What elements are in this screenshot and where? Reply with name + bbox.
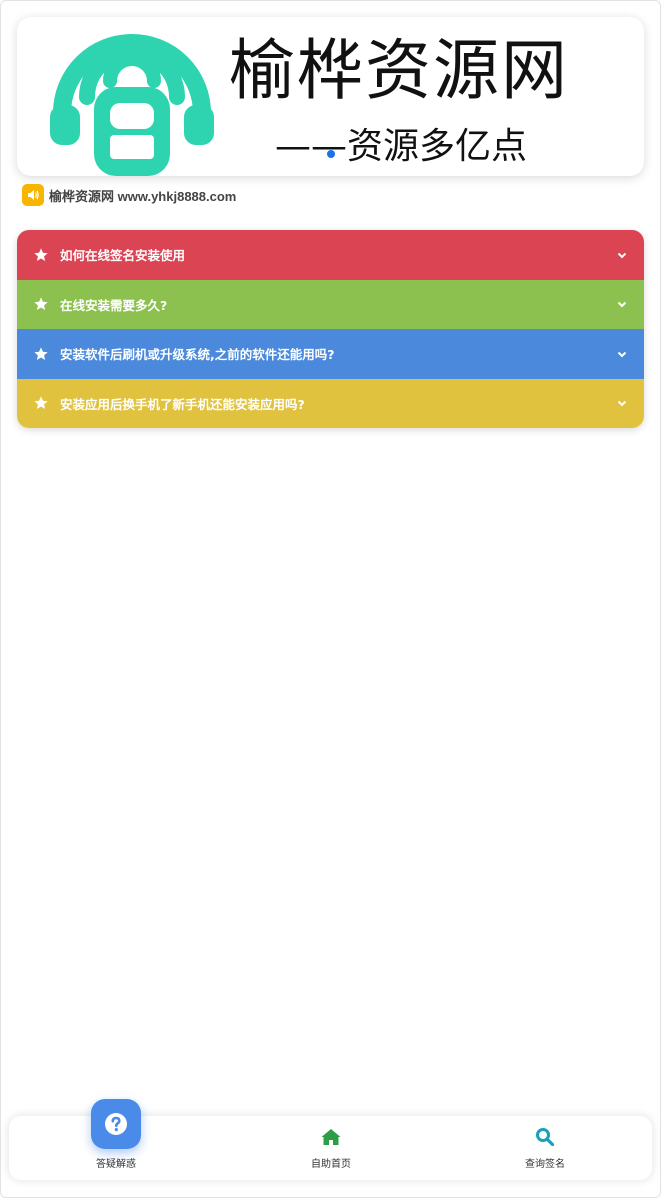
speaker-icon	[22, 184, 44, 206]
star-icon	[34, 347, 48, 360]
notice-text: 榆桦资源网 www.yhkj8888.com	[49, 188, 237, 204]
star-icon	[34, 248, 48, 261]
faq-question: 安装应用后换手机了新手机还能安装应用吗?	[60, 396, 305, 412]
carousel-indicator-dot[interactable]	[327, 150, 335, 158]
tab-home[interactable]: 自助首页	[271, 1116, 391, 1180]
chevron-down-icon	[617, 302, 627, 308]
page-frame	[0, 0, 661, 1198]
tab-label: 答疑解惑	[96, 1159, 136, 1170]
faq-accordion: 如何在线签名安装使用 在线安装需要多久? 安装软件后刷机或升级系统,之前的软件还…	[17, 230, 644, 428]
faq-fab-button[interactable]	[91, 1099, 141, 1149]
chevron-down-icon	[617, 401, 627, 407]
chevron-down-icon	[617, 252, 627, 259]
tab-label: 自助首页	[311, 1159, 351, 1170]
banner[interactable]: 榆桦资源网 ——资源多亿点	[17, 17, 644, 176]
faq-question: 在线安装需要多久?	[60, 297, 168, 313]
chevron-down-icon	[617, 351, 627, 358]
logo-headphone-icon	[50, 34, 214, 176]
star-icon	[34, 396, 48, 410]
tab-label: 查询签名	[525, 1159, 565, 1170]
question-icon	[105, 1113, 127, 1135]
faq-question: 安装软件后刷机或升级系统,之前的软件还能用吗?	[60, 347, 335, 363]
home-icon	[321, 1129, 341, 1145]
banner-slogan: ——资源多亿点	[275, 126, 528, 167]
faq-item[interactable]: 在线安装需要多久?	[17, 279, 644, 329]
faq-item[interactable]: 如何在线签名安装使用	[17, 230, 644, 280]
search-icon	[536, 1128, 555, 1147]
faq-question: 如何在线签名安装使用	[60, 248, 186, 264]
star-icon	[34, 297, 48, 311]
faq-item[interactable]: 安装应用后换手机了新手机还能安装应用吗?	[17, 378, 644, 428]
banner-title: 榆桦资源网	[229, 32, 569, 109]
tab-search-signature[interactable]: 查询签名	[485, 1116, 605, 1180]
faq-item[interactable]: 安装软件后刷机或升级系统,之前的软件还能用吗?	[17, 329, 644, 379]
notice-bar: 榆桦资源网 www.yhkj8888.com	[22, 184, 236, 206]
